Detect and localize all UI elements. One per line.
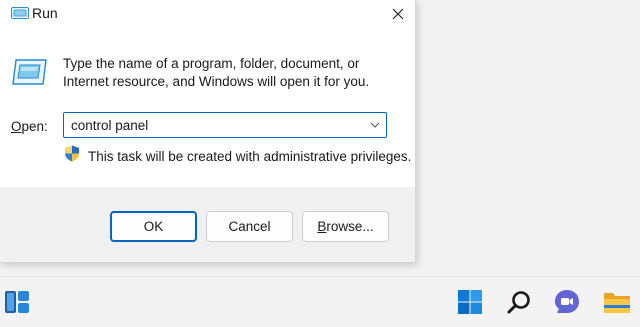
close-icon bbox=[392, 8, 404, 20]
file-explorer-button[interactable] bbox=[598, 277, 636, 327]
taskbar bbox=[0, 276, 640, 327]
browse-accesskey: B bbox=[317, 219, 327, 234]
open-input[interactable]: control panel bbox=[71, 118, 148, 133]
start-icon bbox=[458, 290, 482, 314]
widgets-button[interactable] bbox=[0, 277, 34, 327]
search-icon bbox=[507, 291, 530, 314]
title-bar[interactable]: Run bbox=[0, 0, 415, 28]
window-title: Run bbox=[32, 5, 58, 21]
ok-button[interactable]: OK bbox=[110, 211, 197, 242]
run-dialog: Run Type the name of a program, folder, … bbox=[0, 0, 415, 262]
browse-label: rowse... bbox=[326, 219, 374, 234]
open-combobox[interactable]: control panel bbox=[63, 112, 387, 138]
chat-icon bbox=[555, 290, 579, 313]
open-label: Open: bbox=[11, 119, 48, 134]
run-icon bbox=[11, 7, 29, 19]
browse-button[interactable]: Browse... bbox=[302, 211, 389, 242]
open-label-text: pen: bbox=[21, 119, 48, 134]
uac-shield-icon bbox=[65, 145, 79, 162]
start-button[interactable] bbox=[451, 277, 489, 327]
file-explorer-icon bbox=[604, 293, 630, 313]
admin-note: This task will be created with administr… bbox=[88, 149, 412, 164]
run-description: Type the name of a program, folder, docu… bbox=[63, 56, 370, 89]
search-button[interactable] bbox=[500, 277, 538, 327]
run-program-icon bbox=[12, 59, 47, 85]
cancel-button[interactable]: Cancel bbox=[206, 211, 293, 242]
close-button[interactable] bbox=[384, 2, 412, 26]
chevron-down-icon[interactable] bbox=[370, 121, 380, 129]
chat-button[interactable] bbox=[548, 277, 586, 327]
widgets-icon bbox=[5, 291, 29, 313]
open-label-accesskey: O bbox=[11, 119, 22, 134]
